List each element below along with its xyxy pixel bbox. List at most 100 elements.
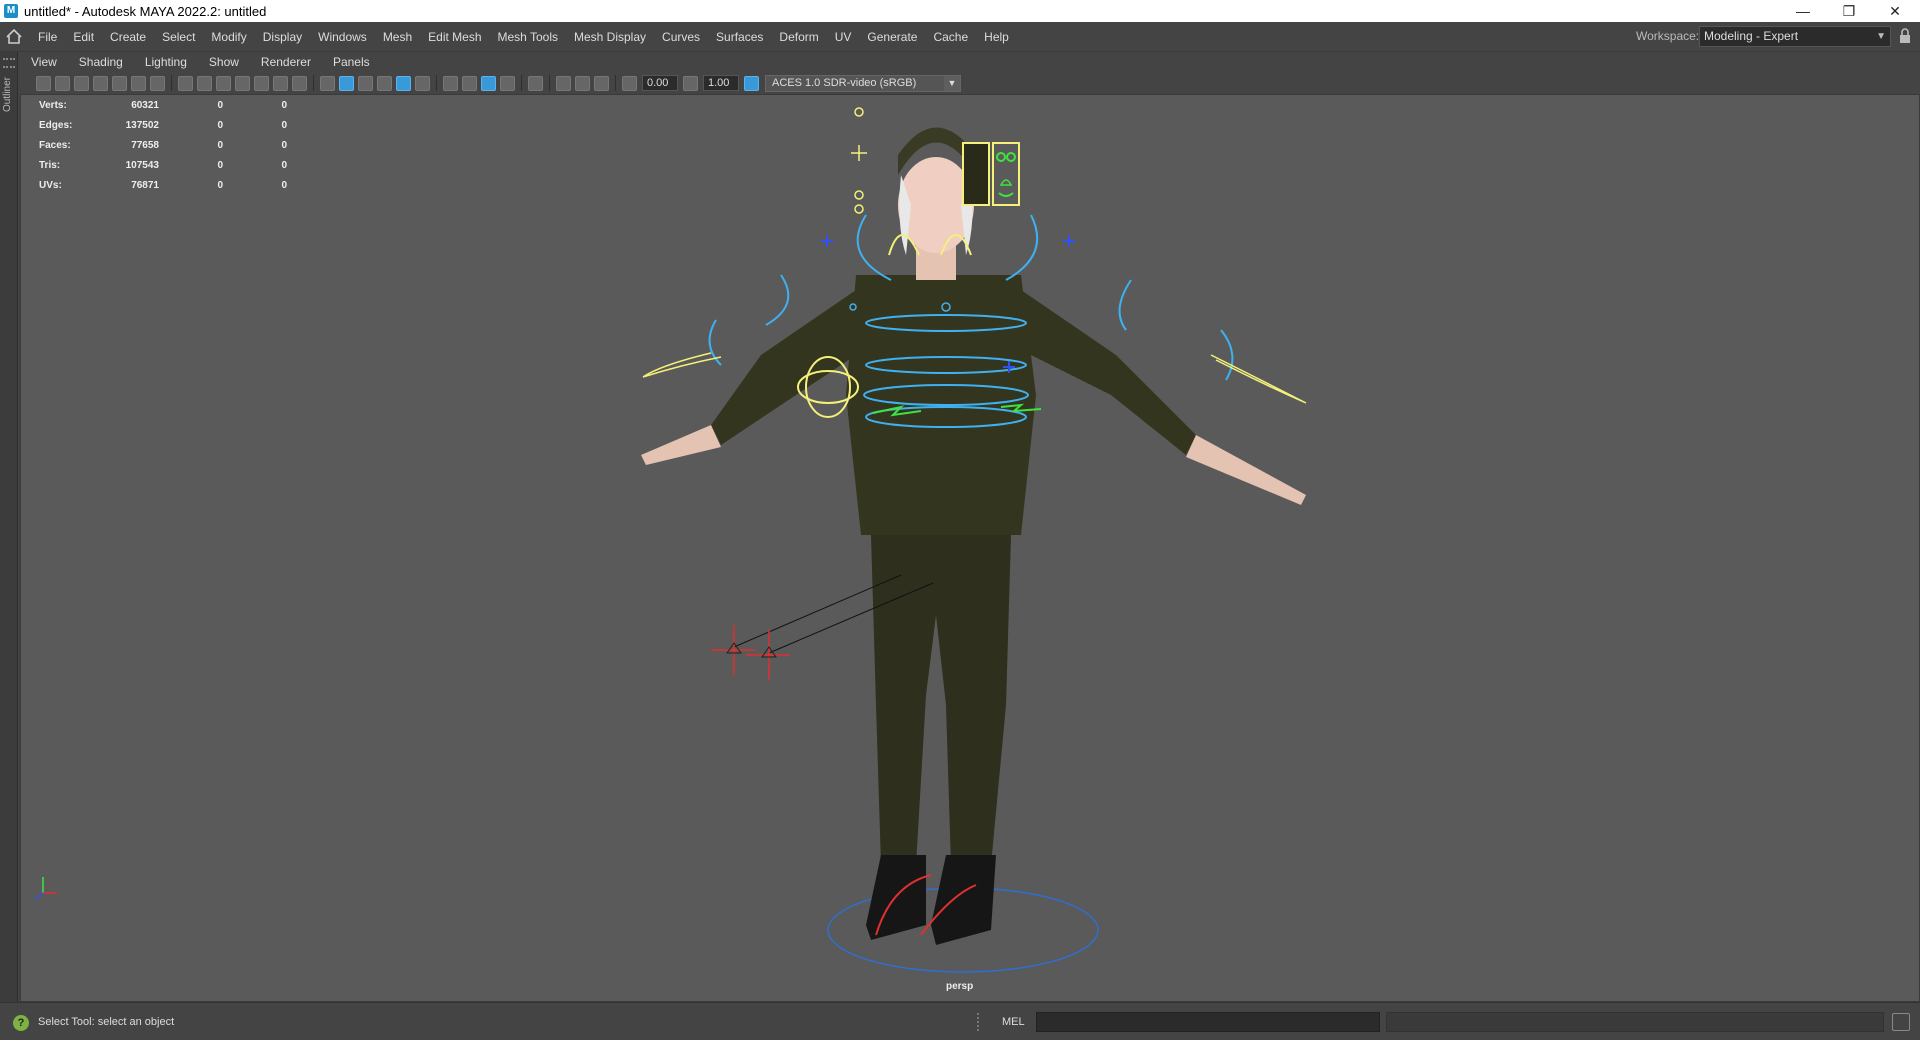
character-right-arm bbox=[1011, 290, 1196, 455]
left-hand-control bbox=[642, 352, 722, 378]
gate-mask-icon[interactable] bbox=[235, 75, 250, 91]
jaw-control-a bbox=[854, 190, 864, 200]
panel-menu-shading[interactable]: Shading bbox=[68, 55, 134, 69]
select-camera-icon[interactable] bbox=[36, 75, 51, 91]
exposure-field[interactable]: 0.00 bbox=[642, 75, 678, 91]
panel-menu-show[interactable]: Show bbox=[198, 55, 250, 69]
menu-surfaces[interactable]: Surfaces bbox=[708, 30, 771, 44]
poly-count-hud: Verts: 60321 0 0 Edges: 137502 0 0 Faces… bbox=[39, 95, 287, 195]
safe-title-icon[interactable] bbox=[292, 75, 307, 91]
command-line-input[interactable] bbox=[1036, 1012, 1380, 1032]
pan-zoom-icon[interactable] bbox=[131, 75, 146, 91]
camera-attributes-icon[interactable] bbox=[55, 75, 70, 91]
viewport-persp[interactable]: Verts: 60321 0 0 Edges: 137502 0 0 Faces… bbox=[20, 94, 1920, 1002]
face-picker-mouth bbox=[998, 192, 1014, 197]
wireframe-icon[interactable] bbox=[320, 75, 335, 91]
hud-row-faces: Faces: 77658 0 0 bbox=[39, 135, 287, 155]
menu-create[interactable]: Create bbox=[102, 30, 154, 44]
workspace-dropdown[interactable]: Modeling - Expert ▼ bbox=[1699, 26, 1891, 47]
film-gate-icon[interactable] bbox=[197, 75, 212, 91]
lock-icon[interactable] bbox=[1898, 28, 1914, 44]
face-main-control bbox=[851, 145, 867, 161]
menu-cache[interactable]: Cache bbox=[925, 30, 976, 44]
textured-icon[interactable] bbox=[396, 75, 411, 91]
bookmark-add-icon[interactable] bbox=[93, 75, 108, 91]
grease-pencil-icon[interactable] bbox=[150, 75, 165, 91]
chevron-down-icon: ▼ bbox=[944, 75, 960, 91]
hud-component: 0 bbox=[281, 179, 287, 191]
right-hand-control bbox=[1210, 354, 1307, 404]
minimize-button[interactable]: — bbox=[1780, 0, 1826, 22]
head-top-control bbox=[854, 107, 864, 117]
jaw-control-b bbox=[854, 204, 864, 214]
motion-blur-icon[interactable] bbox=[481, 75, 496, 91]
grid-icon[interactable] bbox=[178, 75, 193, 91]
hud-selected: 0 bbox=[217, 159, 223, 171]
character-right-boot bbox=[931, 855, 996, 945]
xray-joints-icon[interactable] bbox=[594, 75, 609, 91]
ambient-occlusion-icon[interactable] bbox=[462, 75, 477, 91]
menu-curves[interactable]: Curves bbox=[654, 30, 708, 44]
panel-menu-view[interactable]: View bbox=[20, 55, 68, 69]
wireframe-on-shaded-icon[interactable] bbox=[377, 75, 392, 91]
default-material-icon[interactable] bbox=[358, 75, 373, 91]
drag-handle-icon[interactable] bbox=[977, 1013, 983, 1031]
workspace-label: Workspace: bbox=[1636, 29, 1700, 43]
panel-menu-panels[interactable]: Panels bbox=[322, 55, 381, 69]
character-left-arm bbox=[711, 290, 871, 445]
menu-edit-mesh[interactable]: Edit Mesh bbox=[420, 30, 489, 44]
right-wrist-control bbox=[1220, 329, 1234, 381]
xray-icon[interactable] bbox=[556, 75, 571, 91]
face-picker-panel-a bbox=[962, 142, 990, 206]
safe-action-icon[interactable] bbox=[273, 75, 288, 91]
menu-windows[interactable]: Windows bbox=[310, 30, 375, 44]
menu-display[interactable]: Display bbox=[255, 30, 310, 44]
gamma-field[interactable]: 1.00 bbox=[703, 75, 739, 91]
outliner-strip[interactable]: Outliner bbox=[0, 52, 18, 1002]
menu-mesh-display[interactable]: Mesh Display bbox=[566, 30, 654, 44]
bookmark-icon[interactable] bbox=[74, 75, 89, 91]
script-editor-icon[interactable] bbox=[1892, 1013, 1910, 1031]
color-space-dropdown[interactable]: ACES 1.0 SDR-video (sRGB) ▼ bbox=[765, 74, 961, 92]
xray-active-icon[interactable] bbox=[575, 75, 590, 91]
left-knee-pole-locator bbox=[711, 625, 755, 675]
menu-mesh[interactable]: Mesh bbox=[375, 30, 420, 44]
image-plane-icon[interactable] bbox=[112, 75, 127, 91]
hud-selected: 0 bbox=[217, 179, 223, 191]
menu-edit[interactable]: Edit bbox=[65, 30, 102, 44]
panel-menu-lighting[interactable]: Lighting bbox=[134, 55, 198, 69]
exposure-icon[interactable] bbox=[622, 75, 637, 91]
menu-help[interactable]: Help bbox=[976, 30, 1017, 44]
panel-menu-renderer[interactable]: Renderer bbox=[250, 55, 322, 69]
command-language-toggle[interactable]: MEL bbox=[1002, 1016, 1025, 1028]
multisample-aa-icon[interactable] bbox=[500, 75, 515, 91]
menu-generate[interactable]: Generate bbox=[859, 30, 925, 44]
drag-handle-icon[interactable] bbox=[3, 58, 15, 68]
menu-file[interactable]: File bbox=[30, 30, 65, 44]
scene-view[interactable] bbox=[21, 95, 1920, 1002]
isolate-select-icon[interactable] bbox=[528, 75, 543, 91]
menu-deform[interactable]: Deform bbox=[771, 30, 826, 44]
character-right-hand bbox=[1186, 435, 1306, 505]
hud-component: 0 bbox=[281, 159, 287, 171]
panel-toolbar: 0.00 1.00 ACES 1.0 SDR-video (sRGB) ▼ bbox=[20, 72, 1920, 94]
field-chart-icon[interactable] bbox=[254, 75, 269, 91]
lights-icon[interactable] bbox=[415, 75, 430, 91]
smooth-shade-icon[interactable] bbox=[339, 75, 354, 91]
title-bar: M untitled* - Autodesk MAYA 2022.2: unti… bbox=[0, 0, 1920, 22]
menu-select[interactable]: Select bbox=[154, 30, 203, 44]
menu-mesh-tools[interactable]: Mesh Tools bbox=[490, 30, 566, 44]
restore-button[interactable]: ❐ bbox=[1826, 0, 1872, 22]
menu-modify[interactable]: Modify bbox=[203, 30, 254, 44]
close-button[interactable]: ✕ bbox=[1872, 0, 1918, 22]
help-icon: ? bbox=[13, 1015, 29, 1031]
view-transform-icon[interactable] bbox=[744, 75, 759, 91]
home-icon[interactable] bbox=[0, 22, 28, 52]
gamma-icon[interactable] bbox=[683, 75, 698, 91]
left-shoulder-control bbox=[765, 274, 790, 326]
shadows-icon[interactable] bbox=[443, 75, 458, 91]
hud-row-uvs: UVs: 76871 0 0 bbox=[39, 175, 287, 195]
panel-menu-bar: View Shading Lighting Show Renderer Pane… bbox=[20, 52, 1920, 72]
resolution-gate-icon[interactable] bbox=[216, 75, 231, 91]
menu-uv[interactable]: UV bbox=[827, 30, 860, 44]
